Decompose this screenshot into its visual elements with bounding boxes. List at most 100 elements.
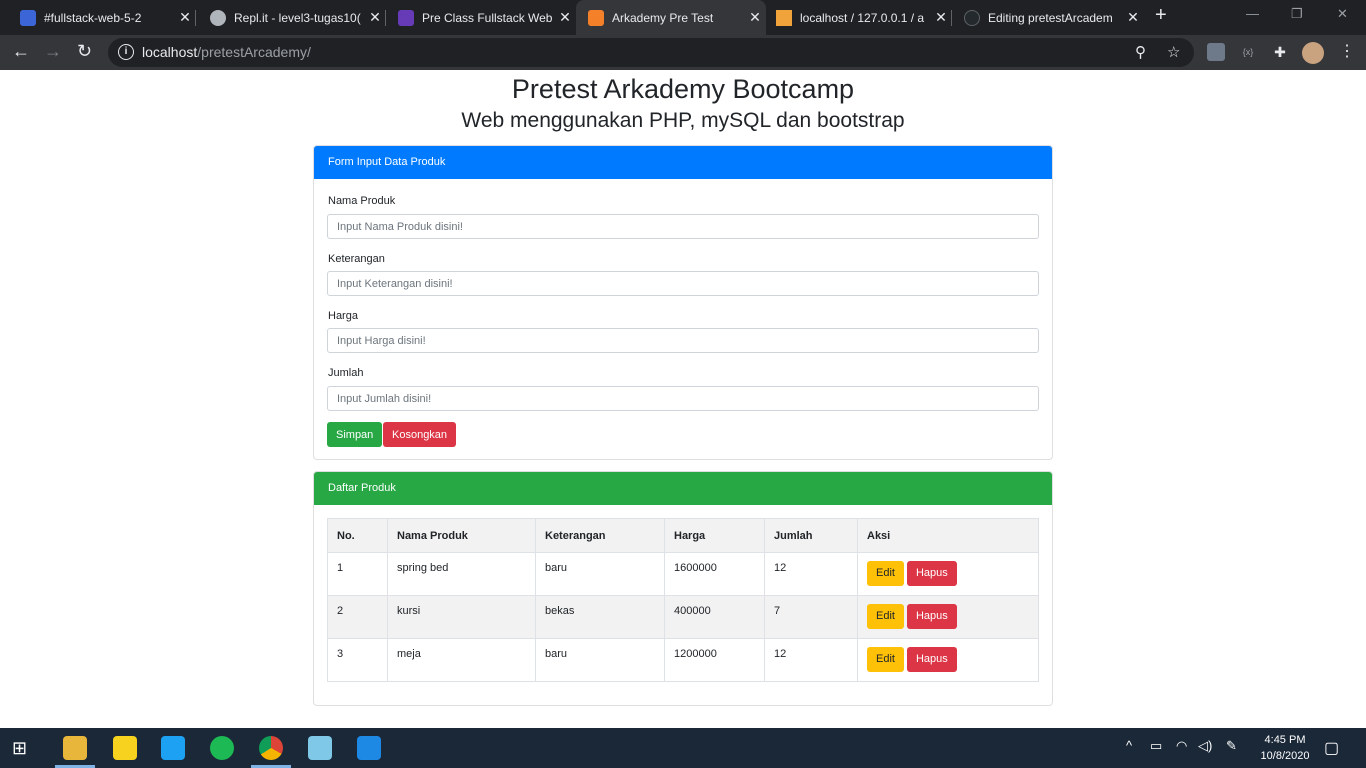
- close-tab-icon[interactable]: ✕: [1122, 9, 1144, 26]
- whatsapp-icon[interactable]: [161, 736, 185, 760]
- hapus-button[interactable]: Hapus: [906, 647, 957, 672]
- windows-taskbar: ⊞ ^ ▭ ◠ ◁) ✎ 4:45 PM 10/8/2020 ▢: [0, 728, 1366, 768]
- form-card-header: Form Input Data Produk: [314, 146, 1052, 179]
- close-tab-icon[interactable]: ✕: [554, 9, 576, 26]
- cell-no: 3: [327, 638, 388, 682]
- github-favicon-icon: [964, 9, 980, 26]
- tab-github[interactable]: Editing pretestArcadem ✕: [952, 0, 1144, 35]
- edit-button[interactable]: Edit: [867, 561, 904, 586]
- product-table: No. Nama Produk Keterangan Harga Jumlah …: [327, 518, 1039, 682]
- close-tab-icon[interactable]: ✕: [930, 9, 952, 26]
- phpmyadmin-favicon-icon: [776, 9, 792, 26]
- discord-favicon-icon: [20, 9, 36, 26]
- pen-icon[interactable]: ✎: [1226, 738, 1237, 754]
- col-jumlah: Jumlah: [764, 518, 858, 553]
- cell-jumlah: 7: [764, 595, 858, 639]
- product-list-header: Daftar Produk: [314, 472, 1052, 505]
- cell-aksi: Edit Hapus: [857, 638, 1039, 682]
- devtools-extension-icon[interactable]: [1207, 43, 1225, 61]
- tab-phpmyadmin[interactable]: localhost / 127.0.0.1 / a ✕: [766, 0, 952, 35]
- hapus-button[interactable]: Hapus: [906, 604, 957, 629]
- address-bar[interactable]: i localhost/pretestArcademy/ ⚲ ☆: [108, 38, 1194, 67]
- cell-harga: 400000: [664, 595, 765, 639]
- tab-fullstack[interactable]: #fullstack-web-5-2 ✕: [0, 0, 196, 35]
- restore-icon[interactable]: ❐: [1291, 6, 1303, 22]
- windows-start-icon[interactable]: ⊞: [12, 738, 32, 758]
- json-extension-icon[interactable]: {x}: [1239, 43, 1257, 61]
- bookmark-star-icon[interactable]: ☆: [1167, 43, 1180, 61]
- jumlah-input[interactable]: [327, 386, 1039, 411]
- label-jumlah: Jumlah: [328, 367, 364, 379]
- cell-no: 1: [327, 552, 388, 596]
- edit-button[interactable]: Edit: [867, 647, 904, 672]
- menu-kebab-icon[interactable]: ⋮: [1338, 43, 1356, 61]
- tab-title: localhost / 127.0.0.1 / a: [800, 10, 925, 25]
- back-arrow-icon[interactable]: ←: [12, 41, 30, 62]
- zoom-magnifier-icon[interactable]: ⚲: [1135, 43, 1146, 61]
- col-aksi: Aksi: [857, 518, 1039, 553]
- window-close-icon[interactable]: ✕: [1337, 6, 1348, 22]
- table-row: 1 spring bed baru 1600000 12 Edit Hapus: [327, 552, 1039, 596]
- hapus-button[interactable]: Hapus: [906, 561, 957, 586]
- site-info-icon[interactable]: i: [118, 44, 134, 60]
- cell-keterangan: baru: [535, 638, 665, 682]
- file-explorer-icon[interactable]: [63, 736, 87, 760]
- spotify-icon[interactable]: [210, 736, 234, 760]
- wifi-icon[interactable]: ◠: [1176, 738, 1187, 754]
- chrome-icon[interactable]: [259, 736, 283, 760]
- tab-title: Repl.it - level3-tugas10(: [234, 10, 361, 25]
- battery-icon[interactable]: ▭: [1150, 738, 1162, 754]
- edit-button[interactable]: Edit: [867, 604, 904, 629]
- close-tab-icon[interactable]: ✕: [744, 9, 766, 26]
- taskbar-clock[interactable]: 4:45 PM 10/8/2020: [1250, 732, 1320, 764]
- table-row: 3 meja baru 1200000 12 Edit Hapus: [327, 638, 1039, 682]
- tab-title: Pre Class Fullstack Web: [422, 10, 553, 25]
- cell-jumlah: 12: [764, 638, 858, 682]
- show-hidden-icons-chevron-icon[interactable]: ^: [1126, 738, 1132, 753]
- cell-no: 2: [327, 595, 388, 639]
- nama-produk-input[interactable]: [327, 214, 1039, 239]
- replit-favicon-icon: [210, 9, 226, 26]
- form-card: Form Input Data Produk Nama Produk Keter…: [313, 145, 1053, 460]
- new-tab-plus-icon[interactable]: +: [1155, 4, 1167, 27]
- page-viewport: Pretest Arkademy Bootcamp Web menggunaka…: [0, 70, 1366, 728]
- col-nama-produk: Nama Produk: [387, 518, 536, 553]
- sticky-notes-icon[interactable]: [113, 736, 137, 760]
- tab-preclass[interactable]: Pre Class Fullstack Web ✕: [380, 0, 576, 35]
- clock-time: 4:45 PM: [1264, 734, 1306, 746]
- col-harga: Harga: [664, 518, 765, 553]
- notepad-icon[interactable]: [308, 736, 332, 760]
- table-row: 2 kursi bekas 400000 7 Edit Hapus: [327, 595, 1039, 639]
- cell-nama: spring bed: [387, 552, 536, 596]
- browser-tab-strip: #fullstack-web-5-2 ✕ Repl.it - level3-tu…: [0, 0, 1366, 35]
- minimize-icon[interactable]: —: [1246, 6, 1259, 21]
- keterangan-input[interactable]: [327, 271, 1039, 296]
- notifications-icon[interactable]: ▢: [1324, 738, 1339, 758]
- kosongkan-button[interactable]: Kosongkan: [383, 422, 457, 447]
- profile-avatar[interactable]: [1302, 42, 1324, 64]
- product-list-card: Daftar Produk No. Nama Produk Keterangan…: [313, 471, 1053, 706]
- cell-keterangan: bekas: [535, 595, 665, 639]
- tab-arkademy-active[interactable]: Arkademy Pre Test ✕: [576, 0, 766, 35]
- harga-input[interactable]: [327, 328, 1039, 353]
- tab-title: Arkademy Pre Test: [612, 10, 714, 25]
- tab-replit[interactable]: Repl.it - level3-tugas10( ✕: [190, 0, 386, 35]
- label-nama-produk: Nama Produk: [328, 195, 396, 207]
- reload-icon[interactable]: ↻: [77, 41, 92, 62]
- url-text: localhost/pretestArcademy/: [142, 44, 311, 60]
- volume-icon[interactable]: ◁): [1198, 738, 1212, 754]
- tab-title: Editing pretestArcadem: [988, 10, 1113, 25]
- tab-title: #fullstack-web-5-2: [44, 10, 142, 25]
- cell-aksi: Edit Hapus: [857, 595, 1039, 639]
- extensions-puzzle-icon[interactable]: ✚: [1271, 43, 1289, 61]
- vscode-icon[interactable]: [357, 736, 381, 760]
- arkademy-favicon-icon: [588, 9, 604, 26]
- col-no: No.: [327, 518, 388, 553]
- browser-toolbar: ← → ↻ i localhost/pretestArcademy/ ⚲ ☆: [0, 35, 1366, 70]
- cell-harga: 1600000: [664, 552, 765, 596]
- forward-arrow-icon[interactable]: →: [44, 41, 62, 62]
- simpan-button[interactable]: Simpan: [327, 422, 383, 447]
- clock-date: 10/8/2020: [1260, 750, 1310, 762]
- page-subtitle: Web menggunakan PHP, mySQL dan bootstrap: [461, 109, 905, 132]
- label-keterangan: Keterangan: [328, 253, 385, 265]
